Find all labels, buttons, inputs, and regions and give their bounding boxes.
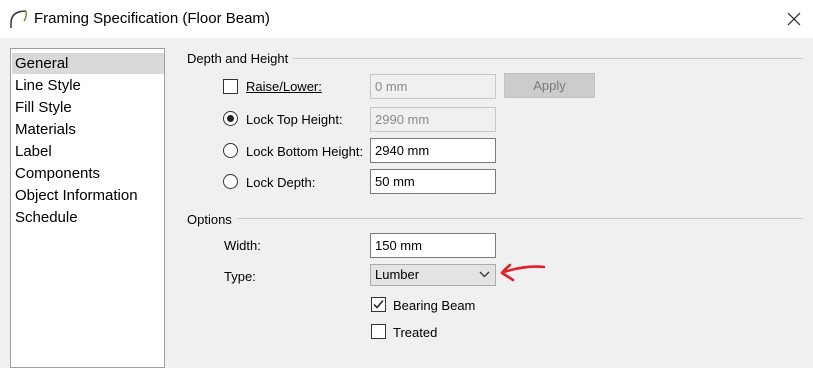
sidebar-item-line-style[interactable]: Line Style <box>12 75 164 96</box>
checkmark-icon <box>373 300 384 309</box>
bearing-beam-label: Bearing Beam <box>393 298 476 313</box>
red-arrow-annotation <box>500 263 546 282</box>
lock-bottom-height-radio[interactable] <box>223 143 238 158</box>
sidebar-item-general[interactable]: General <box>12 53 164 74</box>
title-bar: Framing Specification (Floor Beam) <box>0 0 813 38</box>
sidebar-item-object-information[interactable]: Object Information <box>12 185 164 206</box>
type-selected-value: Lumber <box>375 267 420 282</box>
type-dropdown[interactable]: Lumber <box>370 264 496 286</box>
lock-bottom-height-field[interactable]: 2940 mm <box>370 138 496 163</box>
close-icon <box>787 12 801 26</box>
sidebar-item-materials[interactable]: Materials <box>12 119 164 140</box>
treated-label: Treated <box>393 325 438 340</box>
sidebar-item-fill-style[interactable]: Fill Style <box>12 97 164 118</box>
sidebar-item-schedule[interactable]: Schedule <box>12 207 164 228</box>
raise-lower-field[interactable]: 0 mm <box>370 74 496 99</box>
sidebar-item-label[interactable]: Label <box>12 141 164 162</box>
group-divider <box>237 218 803 219</box>
radio-selected-dot <box>227 115 234 122</box>
apply-button[interactable]: Apply <box>504 73 595 98</box>
width-label: Width: <box>224 238 261 253</box>
raise-lower-checkbox[interactable] <box>223 79 238 94</box>
width-field[interactable]: 150 mm <box>370 233 496 258</box>
bearing-beam-checkbox[interactable] <box>371 297 386 312</box>
group-title-depth-height: Depth and Height <box>187 51 289 66</box>
arc-icon <box>10 10 27 28</box>
lock-top-height-label: Lock Top Height: <box>246 112 343 127</box>
category-list: General Line Style Fill Style Materials … <box>10 48 165 368</box>
lock-top-height-field[interactable]: 2990 mm <box>370 107 496 132</box>
sidebar-item-components[interactable]: Components <box>12 163 164 184</box>
type-label: Type: <box>224 269 256 284</box>
raise-lower-label: Raise/Lower: <box>246 79 322 94</box>
lock-bottom-height-label: Lock Bottom Height: <box>246 144 364 159</box>
close-button[interactable] <box>777 6 811 32</box>
window-title: Framing Specification (Floor Beam) <box>34 10 270 27</box>
lock-depth-field[interactable]: 50 mm <box>370 169 496 194</box>
lock-depth-label: Lock Depth: <box>246 175 316 190</box>
group-title-options: Options <box>187 212 232 227</box>
treated-checkbox[interactable] <box>371 324 386 339</box>
chevron-down-icon <box>479 271 490 278</box>
lock-depth-radio[interactable] <box>223 174 238 189</box>
group-divider <box>293 58 803 59</box>
lock-top-height-radio[interactable] <box>223 111 238 126</box>
